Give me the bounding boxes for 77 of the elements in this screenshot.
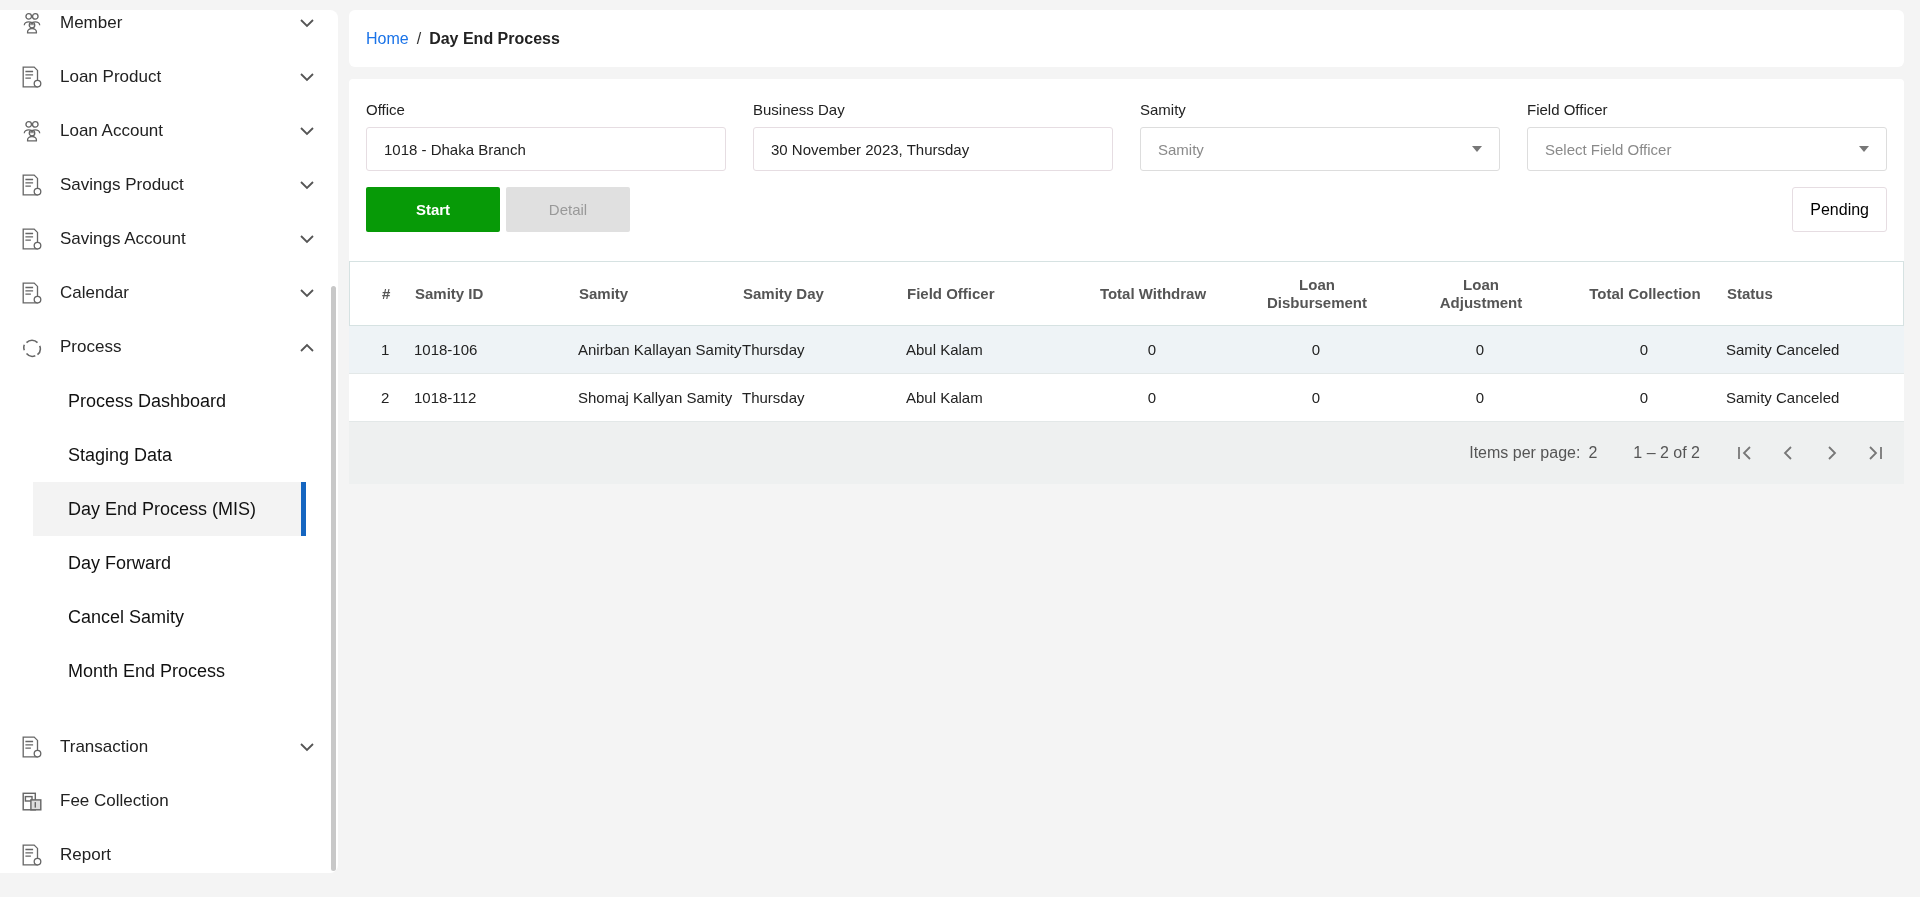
table-cell-text: Abul Kalam [906,388,984,407]
table-cell-text: Thursday [742,388,806,407]
items-per-page-select[interactable]: 2 [1588,444,1598,462]
table-cell-text: 1 [380,340,391,359]
table-cell-text: Thursday [742,340,806,359]
people-icon [22,120,42,142]
sidebar-subitem[interactable]: Process Dashboard [33,374,306,428]
table-cell-text: 0 [1638,340,1650,359]
table-cell-text: 2 [380,388,391,407]
table-cell-text: 1018-112 [414,388,478,407]
table-cell-text: 0 [1638,388,1650,407]
input-field[interactable]: 1018 - Dhaka Branch [366,127,726,171]
sidebar-item[interactable]: Report [0,828,338,873]
table-cell: Anirban Kallayan Samity [578,340,742,359]
column-header: Status [1727,284,1774,303]
items-per-page-label: Items per page: [1469,444,1581,462]
table-cell-text: 0 [1310,340,1322,359]
sidebar-subitem[interactable]: Cancel Samity [33,590,306,644]
table-cell-text: Samity Canceled [1726,340,1841,359]
select-field[interactable]: Select Field Officer [1527,127,1887,171]
breadcrumb-separator: / [416,29,422,48]
field-label: Business Day [753,101,845,118]
column-header: # [381,284,392,303]
table-cell-text: Samity Canceled [1726,388,1841,407]
field-label: Samity [1140,101,1186,118]
column-header: Samity [579,284,630,303]
sidebar-subitem[interactable]: Month End Process [33,644,306,698]
input-field[interactable]: 30 November 2023, Thursday [753,127,1113,171]
people-icon [22,12,42,34]
table-cell-text: 0 [1310,388,1322,407]
sidebar-item[interactable]: Loan Account [0,104,338,158]
table-cell-text: 1018-106 [414,340,479,359]
page-range: 1 – 2 of 2 [1633,444,1700,462]
column-header: Total Withdraw [1098,284,1208,303]
page-title: Day End Process [429,29,560,48]
column-header: Total Collection [1588,284,1702,303]
sidebar-subitem[interactable]: Staging Data [33,428,306,482]
scrollbar[interactable] [331,286,336,871]
sidebar-item[interactable]: Fee Collection [0,774,338,828]
column-header: Samity ID [415,284,485,303]
sidebar-subitem[interactable]: Day End Process (MIS) [33,482,306,536]
sidebar-item[interactable]: Member [0,10,338,50]
document-icon [22,282,42,304]
sidebar-item[interactable]: Transaction [0,720,338,774]
table-cell-text: Shomaj Kallyan Samity [578,388,734,407]
document-icon [22,736,42,758]
document-icon [22,66,42,88]
sidebar-item[interactable]: Process [0,320,338,374]
document-icon [22,174,42,196]
select-field[interactable]: Samity [1140,127,1500,171]
field-label: Office [366,101,405,118]
column-header: Field Officer [907,284,996,303]
home-link[interactable]: Home [366,29,409,48]
table-cell-text: 0 [1474,340,1486,359]
last-page-icon[interactable] [1868,444,1884,462]
first-page-icon[interactable] [1736,444,1752,462]
table-cell-text: Abul Kalam [906,340,984,359]
document-icon [22,228,42,250]
column-header: Samity Day [743,284,825,303]
pending-button[interactable]: Pending [1792,187,1887,232]
table-cell-text: 0 [1146,340,1158,359]
table-row[interactable]: 1 1018-106 Anirban Kallayan SamityThursday Abul Kalam 0 0 0 0 Samity Canceled [349,326,1904,374]
document-icon [22,844,42,866]
table-cell-text: 0 [1146,388,1158,407]
sidebar-item[interactable]: Calendar [0,266,338,320]
column-header: Loan Disbursement [1266,275,1368,312]
sidebar-item[interactable]: Savings Product [0,158,338,212]
cash-register-icon [22,790,42,812]
dropdown-caret-icon [1472,146,1482,152]
column-header: Loan Adjustment [1438,275,1524,312]
action-button[interactable]: Start [366,187,500,232]
sidebar-item[interactable]: Loan Product [0,50,338,104]
sidebar-subitem[interactable]: Day Forward [33,536,306,590]
sidebar-item[interactable]: Savings Account [0,212,338,266]
table-cell-text: 0 [1474,388,1486,407]
dropdown-caret-icon [1859,146,1869,152]
field-label: Field Officer [1527,101,1608,118]
